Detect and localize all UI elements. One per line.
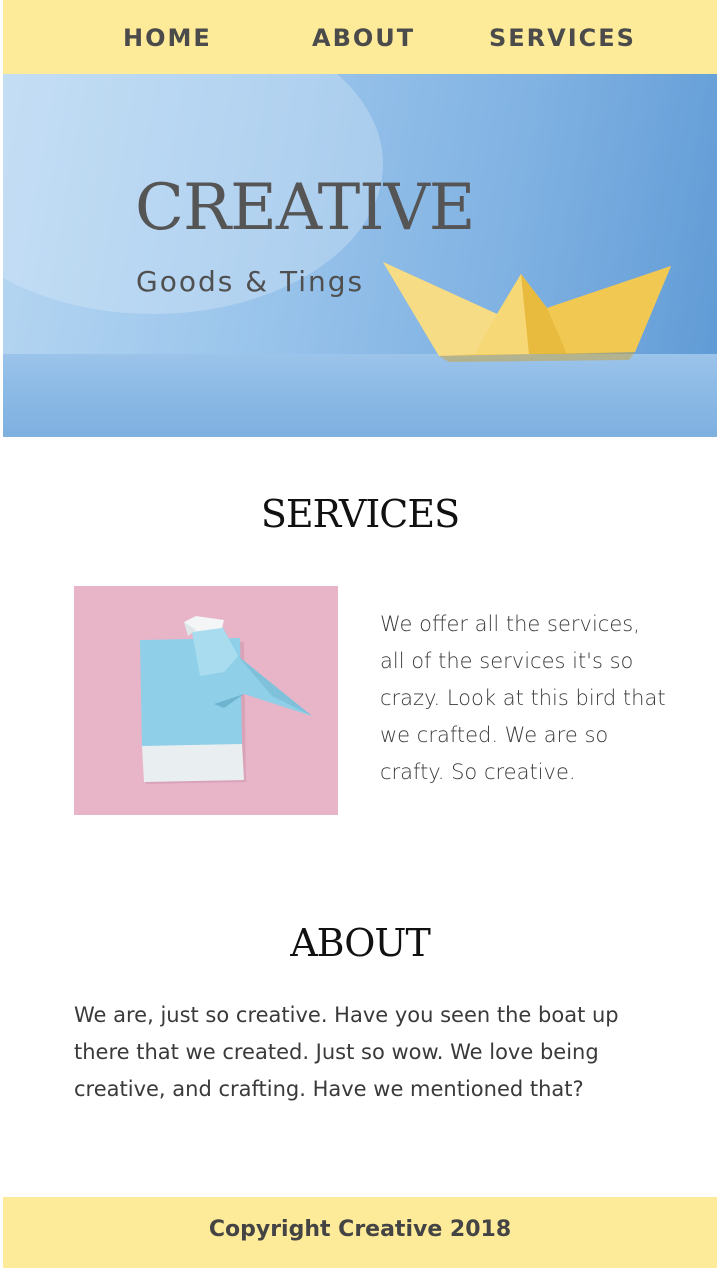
footer-copyright: Copyright Creative 2018 — [208, 1217, 512, 1242]
paper-boat-image — [383, 262, 671, 362]
top-nav: HOME ABOUT SERVICES — [3, 0, 717, 74]
hero-surface — [3, 354, 717, 437]
services-description: We offer all the services, all of the se… — [380, 612, 666, 784]
page: HOME ABOUT SERVICES CREATIVE Goods & Tin… — [3, 0, 717, 1272]
hero-title: CREATIVE — [135, 171, 475, 245]
services-heading: SERVICES — [260, 492, 460, 536]
nav-about-link[interactable]: ABOUT — [312, 22, 415, 54]
nav-home-link[interactable]: HOME — [123, 22, 212, 54]
hero-banner: CREATIVE Goods & Tings — [3, 74, 717, 437]
hero-subtitle: Goods & Tings — [136, 265, 365, 298]
nav-services-link[interactable]: SERVICES — [489, 22, 636, 54]
about-description: We are, just so creative. Have you seen … — [74, 1003, 619, 1101]
footer: Copyright Creative 2018 — [3, 1197, 717, 1268]
origami-bird-image — [74, 586, 338, 815]
about-heading: ABOUT — [290, 921, 431, 965]
